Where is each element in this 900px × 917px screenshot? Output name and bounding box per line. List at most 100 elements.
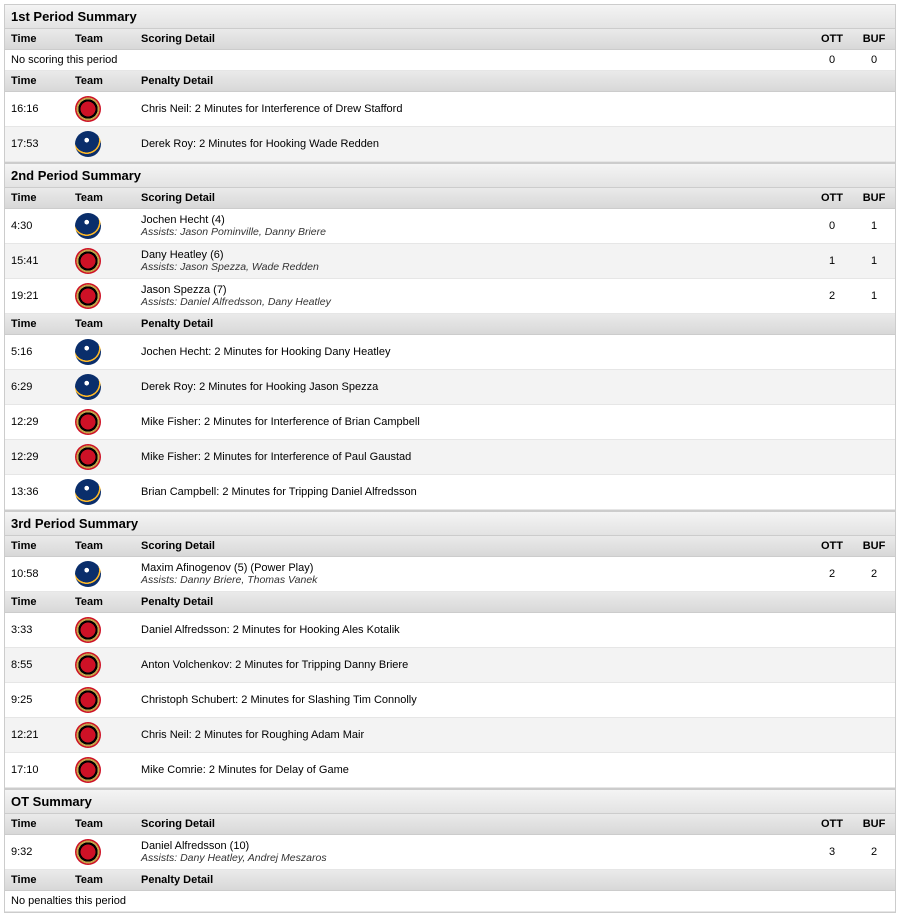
goal-scorer: Daniel Alfredsson (10) (141, 840, 805, 852)
penalty-detail: Christoph Schubert: 2 Minutes for Slashi… (135, 683, 895, 718)
col-time: Time (5, 314, 69, 335)
team-logo-icon (75, 131, 101, 157)
col-time: Time (5, 592, 69, 613)
goal-team (69, 209, 135, 244)
goal-scorer: Jochen Hecht (4) (141, 214, 805, 226)
col-away-score: OTT (811, 188, 853, 209)
penalty-row: 8:55Anton Volchenkov: 2 Minutes for Trip… (5, 648, 895, 683)
team-logo-icon (75, 339, 101, 365)
period-title: 2nd Period Summary (5, 164, 895, 188)
penalty-detail: Mike Fisher: 2 Minutes for Interference … (135, 405, 895, 440)
col-penalty-detail: Penalty Detail (135, 870, 895, 891)
penalty-team (69, 753, 135, 788)
penalty-row: 5:16 Jochen Hecht: 2 Minutes for Hooking … (5, 335, 895, 370)
col-home-score: BUF (853, 29, 895, 50)
period-title: 1st Period Summary (5, 5, 895, 29)
penalty-team (69, 370, 135, 405)
team-logo-icon (75, 839, 101, 865)
penalty-row: 16:16Chris Neil: 2 Minutes for Interfere… (5, 92, 895, 127)
col-time: Time (5, 870, 69, 891)
team-logo-icon (75, 444, 101, 470)
period-title: 3rd Period Summary (5, 512, 895, 536)
goal-team (69, 557, 135, 592)
home-score: 1 (853, 209, 895, 244)
col-home-score: BUF (853, 188, 895, 209)
goal-detail: Jason Spezza (7)Assists: Daniel Alfredss… (135, 279, 811, 314)
goal-time: 4:30 (5, 209, 69, 244)
penalty-time: 8:55 (5, 648, 69, 683)
penalty-time: 12:29 (5, 405, 69, 440)
col-team: Team (69, 314, 135, 335)
goal-scorer: Maxim Afinogenov (5) (Power Play) (141, 562, 805, 574)
team-logo-icon (75, 409, 101, 435)
penalty-table: TimeTeamPenalty Detail16:16Chris Neil: 2… (5, 71, 895, 162)
penalty-detail: Derek Roy: 2 Minutes for Hooking Jason S… (135, 370, 895, 405)
team-logo-icon (75, 687, 101, 713)
away-score: 0 (811, 50, 853, 71)
penalty-detail: Daniel Alfredsson: 2 Minutes for Hooking… (135, 613, 895, 648)
goal-detail: Jochen Hecht (4)Assists: Jason Pominvill… (135, 209, 811, 244)
penalty-detail: Chris Neil: 2 Minutes for Roughing Adam … (135, 718, 895, 753)
home-score: 1 (853, 279, 895, 314)
col-away-score: OTT (811, 29, 853, 50)
team-logo-icon (75, 213, 101, 239)
penalty-detail: Mike Comrie: 2 Minutes for Delay of Game (135, 753, 895, 788)
penalty-team (69, 683, 135, 718)
penalty-row: 3:33 Daniel Alfredsson: 2 Minutes for Hoo… (5, 613, 895, 648)
goal-team (69, 835, 135, 870)
team-logo-icon (75, 479, 101, 505)
col-scoring-detail: Scoring Detail (135, 188, 811, 209)
home-score: 0 (853, 50, 895, 71)
team-logo-icon (75, 652, 101, 678)
penalty-time: 12:21 (5, 718, 69, 753)
period-summary: 3rd Period SummaryTimeTeamScoring Detail… (4, 511, 896, 789)
goal-time: 19:21 (5, 279, 69, 314)
team-logo-icon (75, 561, 101, 587)
col-time: Time (5, 29, 69, 50)
penalty-row: 12:29 Mike Fisher: 2 Minutes for Interfer… (5, 405, 895, 440)
col-time: Time (5, 814, 69, 835)
goal-assists: Assists: Jason Spezza, Wade Redden (141, 261, 805, 273)
penalty-time: 13:36 (5, 475, 69, 510)
goal-time: 10:58 (5, 557, 69, 592)
team-logo-icon (75, 283, 101, 309)
penalty-row: 12:29 Mike Fisher: 2 Minutes for Interfer… (5, 440, 895, 475)
penalty-detail: Derek Roy: 2 Minutes for Hooking Wade Re… (135, 127, 895, 162)
penalty-row: 6:29Derek Roy: 2 Minutes for Hooking Jas… (5, 370, 895, 405)
penalty-detail: Jochen Hecht: 2 Minutes for Hooking Dany… (135, 335, 895, 370)
period-summary: 2nd Period Summary TimeTeam Scoring Detail… (4, 163, 896, 511)
col-time: Time (5, 536, 69, 557)
col-scoring-detail: Scoring Detail (135, 814, 811, 835)
penalty-detail: Mike Fisher: 2 Minutes for Interference … (135, 440, 895, 475)
away-score: 2 (811, 557, 853, 592)
penalty-row: 12:21 Chris Neil: 2 Minutes for Roughing … (5, 718, 895, 753)
penalty-team (69, 613, 135, 648)
scoring-row: 15:41Dany Heatley (6)Assists: Jason Spez… (5, 244, 895, 279)
col-home-score: BUF (853, 814, 895, 835)
goal-detail: Daniel Alfredsson (10)Assists: Dany Heat… (135, 835, 811, 870)
scoring-row: 9:32Daniel Alfredsson (10)Assists: Dany … (5, 835, 895, 870)
col-team: Team (69, 29, 135, 50)
team-logo-icon (75, 757, 101, 783)
col-team: Team (69, 536, 135, 557)
penalty-row: 13:36 Brian Campbell: 2 Minutes for Tripp… (5, 475, 895, 510)
away-score: 3 (811, 835, 853, 870)
penalty-team (69, 335, 135, 370)
penalty-table: TimeTeamPenalty Detail5:16Jochen Hecht: … (5, 314, 895, 510)
away-score: 1 (811, 244, 853, 279)
penalty-time: 3:33 (5, 613, 69, 648)
col-team: Team (69, 870, 135, 891)
scoring-row: 4:30 Jochen Hecht (4)Assists: Jason Pomin… (5, 209, 895, 244)
no-scoring-row: No scoring this period00 (5, 50, 895, 71)
penalty-table: TimeTeamPenalty Detail3:33Daniel Alfreds… (5, 592, 895, 788)
penalty-time: 12:29 (5, 440, 69, 475)
penalty-detail: Chris Neil: 2 Minutes for Interference o… (135, 92, 895, 127)
col-team: Team (69, 71, 135, 92)
penalty-detail: Brian Campbell: 2 Minutes for Tripping D… (135, 475, 895, 510)
goal-time: 15:41 (5, 244, 69, 279)
penalty-time: 9:25 (5, 683, 69, 718)
scoring-table: TimeTeamScoring DetailOTTBUF10:58Maxim A… (5, 536, 895, 592)
penalty-time: 5:16 (5, 335, 69, 370)
penalty-team (69, 718, 135, 753)
team-logo-icon (75, 248, 101, 274)
